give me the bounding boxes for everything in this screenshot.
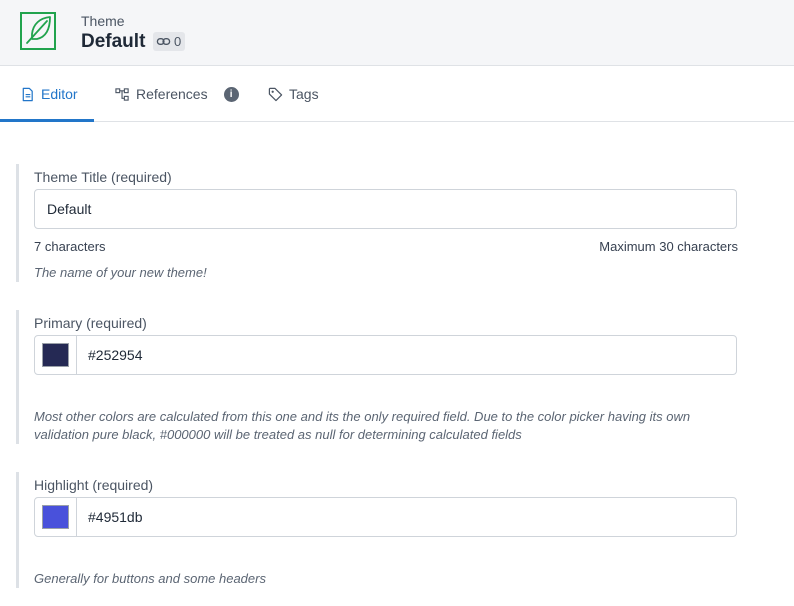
- primary-color-label: Primary (required): [34, 315, 147, 331]
- document-header: Theme Default 0: [0, 0, 794, 66]
- document-icon: [22, 87, 33, 101]
- max-characters: Maximum 30 characters: [599, 239, 738, 254]
- primary-color-field: Primary (required) #252954 Most other co…: [16, 310, 738, 444]
- tab-references[interactable]: References i: [115, 66, 239, 122]
- tab-references-label: References: [136, 86, 208, 102]
- primary-color-value: #252954: [88, 347, 143, 363]
- primary-color-input[interactable]: #252954: [34, 335, 737, 375]
- theme-title-field: Theme Title (required) Default 7 charact…: [16, 164, 738, 282]
- document-type-label: Theme: [81, 13, 125, 29]
- tab-tags[interactable]: Tags: [268, 66, 319, 122]
- tab-tags-label: Tags: [289, 86, 319, 102]
- theme-title-input[interactable]: Default: [34, 189, 737, 229]
- tab-editor[interactable]: Editor: [20, 66, 78, 122]
- primary-color-swatch: [42, 343, 69, 367]
- highlight-color-value: #4951db: [88, 509, 143, 525]
- highlight-color-description: Generally for buttons and some headers: [34, 571, 266, 586]
- tab-editor-label: Editor: [41, 86, 78, 102]
- highlight-color-input[interactable]: #4951db: [34, 497, 737, 537]
- primary-color-description: Most other colors are calculated from th…: [34, 409, 691, 442]
- tag-icon: [268, 87, 283, 101]
- theme-title-description: The name of your new theme!: [34, 265, 207, 280]
- references-badge[interactable]: 0: [153, 32, 186, 51]
- link-icon: [156, 38, 171, 45]
- info-icon[interactable]: i: [223, 86, 239, 102]
- feather-icon: [20, 12, 56, 50]
- document-title: Default: [81, 31, 146, 52]
- hierarchy-icon: [115, 87, 129, 101]
- highlight-color-swatch: [42, 505, 69, 529]
- highlight-color-label: Highlight (required): [34, 477, 154, 493]
- tab-bar: Editor References i Tags: [0, 66, 794, 122]
- highlight-color-picker[interactable]: [35, 498, 77, 536]
- primary-color-picker[interactable]: [35, 336, 77, 374]
- theme-title-label: Theme Title (required): [34, 169, 172, 185]
- references-count: 0: [174, 34, 182, 49]
- highlight-color-field: Highlight (required) #4951db Generally f…: [16, 472, 738, 588]
- active-tab-indicator: [0, 119, 94, 122]
- character-count: 7 characters: [34, 239, 106, 254]
